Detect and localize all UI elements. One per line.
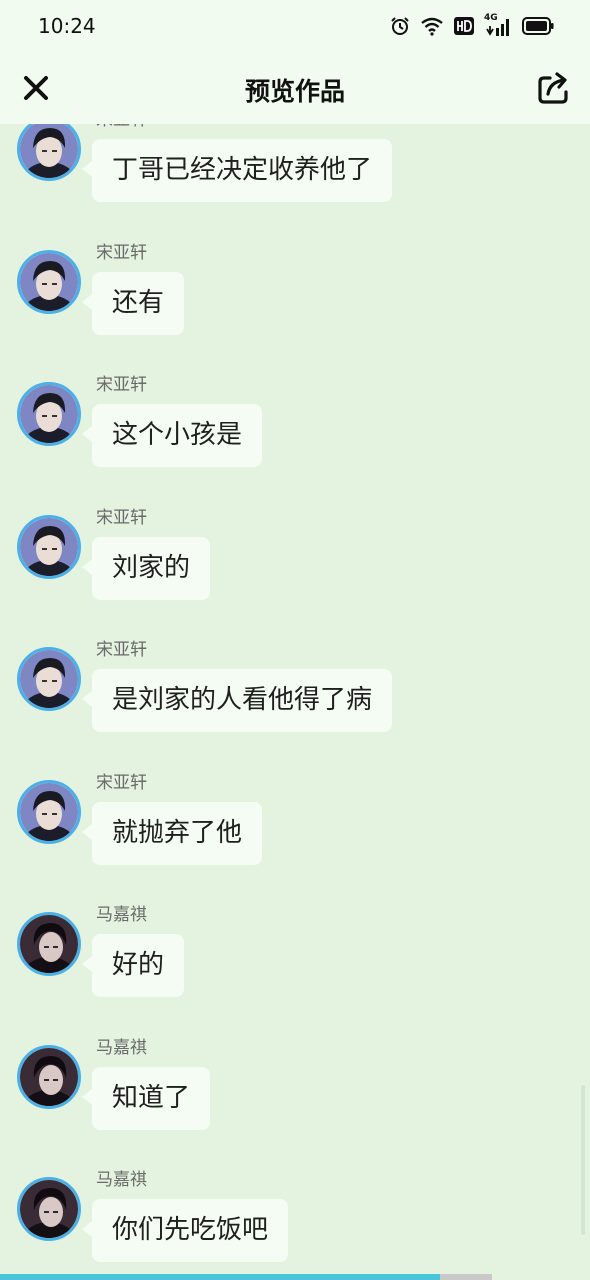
top-bar: 10:24 4G 预览作品 (0, 0, 590, 124)
avatar[interactable] (17, 912, 81, 976)
avatar[interactable] (17, 1177, 81, 1241)
message-bubble[interactable]: 好的 (81, 934, 185, 997)
sender-name: 宋亚轩 (96, 243, 147, 263)
avatar[interactable] (17, 647, 81, 711)
progress-bar (0, 1274, 590, 1280)
hd-icon (454, 17, 474, 35)
avatar[interactable] (17, 515, 81, 579)
message-item: 宋亚轩 刘家的 (0, 508, 590, 645)
message-bubble[interactable]: 刘家的 (81, 537, 211, 600)
signal-icon: 4G (484, 13, 512, 37)
progress-remaining (440, 1274, 492, 1280)
chat-list[interactable]: 宋亚轩 丁哥已经决定收养他了 宋亚轩 还有 (0, 0, 590, 1280)
sender-name: 马嘉祺 (96, 1038, 147, 1058)
message-item: 马嘉祺 好的 (0, 905, 590, 1042)
scrollbar[interactable] (581, 1085, 585, 1235)
avatar[interactable] (17, 117, 81, 181)
message-bubble[interactable]: 就抛弃了他 (81, 802, 263, 865)
message-bubble[interactable]: 知道了 (81, 1067, 211, 1130)
sender-name: 宋亚轩 (96, 508, 147, 528)
progress-fill (0, 1274, 440, 1280)
message-bubble[interactable]: 这个小孩是 (81, 404, 263, 467)
message-bubble[interactable]: 是刘家的人看他得了病 (81, 669, 393, 732)
message-item: 宋亚轩 就抛弃了他 (0, 773, 590, 910)
avatar[interactable] (17, 250, 81, 314)
message-bubble[interactable]: 你们先吃饭吧 (81, 1199, 289, 1262)
message-item: 马嘉祺 知道了 (0, 1038, 590, 1175)
battery-icon (522, 17, 554, 35)
avatar[interactable] (17, 780, 81, 844)
sender-name: 马嘉祺 (96, 905, 147, 925)
message-item: 马嘉祺 你们先吃饭吧 (0, 1170, 590, 1280)
message-item: 宋亚轩 这个小孩是 (0, 375, 590, 512)
sender-name: 马嘉祺 (96, 1170, 147, 1190)
message-item: 宋亚轩 还有 (0, 243, 590, 380)
share-icon[interactable] (536, 70, 572, 106)
sender-name: 宋亚轩 (96, 640, 147, 660)
message-item: 宋亚轩 丁哥已经决定收养他了 (0, 110, 590, 247)
message-bubble[interactable]: 还有 (81, 272, 185, 335)
message-bubble[interactable]: 丁哥已经决定收养他了 (81, 139, 393, 202)
page-title: 预览作品 (244, 77, 345, 106)
wifi-icon (421, 17, 443, 36)
sender-name: 宋亚轩 (96, 773, 147, 793)
sender-name: 宋亚轩 (96, 375, 147, 395)
avatar[interactable] (17, 382, 81, 446)
message-item: 宋亚轩 是刘家的人看他得了病 (0, 640, 590, 777)
status-icons: 4G (390, 13, 554, 38)
alarm-icon (391, 17, 409, 35)
avatar[interactable] (17, 1045, 81, 1109)
status-time: 10:24 (38, 14, 96, 38)
